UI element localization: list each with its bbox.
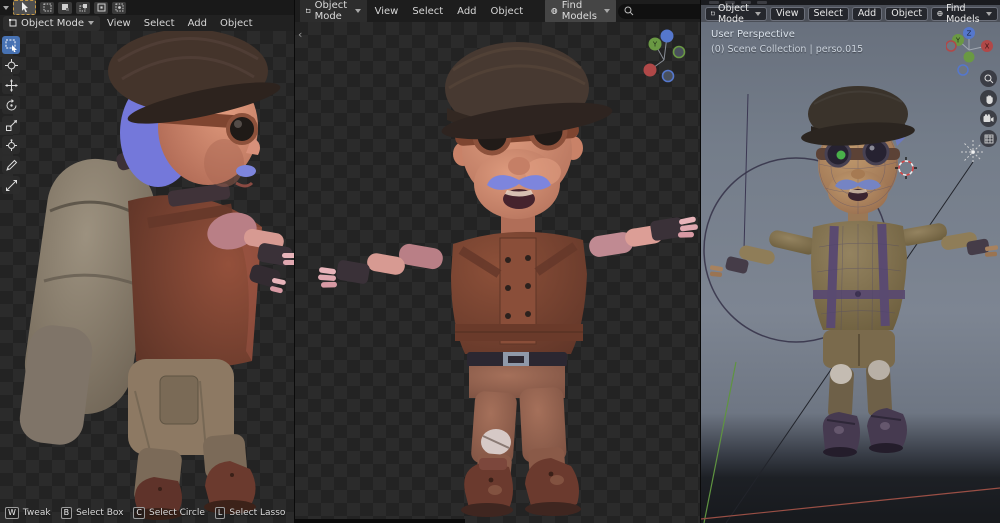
blender-multi-window-workspace: Object Mode View Select Add Object	[0, 0, 1000, 523]
hat	[440, 42, 614, 146]
menu-add[interactable]: Add	[182, 17, 213, 30]
legs-boots	[461, 352, 581, 517]
chevron-down-icon[interactable]	[3, 6, 9, 10]
measure-tool-icon	[5, 179, 18, 192]
torso-vest	[128, 183, 262, 369]
menu-object[interactable]: Object	[214, 17, 259, 30]
hint-tweak: WTweak	[5, 507, 51, 519]
cursor-arrow-icon	[20, 2, 30, 13]
tool-measure[interactable]	[2, 176, 20, 194]
chevron-down-icon	[604, 9, 610, 13]
mode-selector-label: Object Mode	[315, 0, 351, 22]
select-mode-intersect-button[interactable]	[112, 2, 126, 14]
viewport-window-left: Object Mode View Select Add Object	[0, 0, 294, 523]
select-invert-icon	[97, 3, 106, 12]
menu-view[interactable]: View	[770, 7, 805, 21]
menu-select[interactable]: Select	[406, 5, 449, 18]
asset-library-selector[interactable]: Find Models	[931, 7, 997, 21]
mode-selector-label: Object Mode	[21, 18, 84, 29]
character-model-front-view[interactable]	[295, 22, 700, 523]
mode-selector[interactable]: Object Mode	[705, 7, 767, 21]
rotate-tool-icon	[5, 99, 18, 112]
menu-add[interactable]: Add	[451, 5, 482, 18]
chevron-down-icon	[755, 12, 761, 16]
tool-settings-bar	[0, 0, 294, 15]
object-mode-icon	[711, 10, 715, 17]
select-extend-icon	[61, 3, 70, 12]
select-intersect-icon	[115, 3, 124, 12]
asset-library-selector[interactable]: Find Models	[545, 0, 616, 24]
point-light[interactable]	[961, 140, 985, 164]
menu-view[interactable]: View	[369, 5, 405, 18]
asset-search[interactable]	[618, 4, 700, 19]
viewport-3d-right[interactable]: User Perspective (0) Scene Collection | …	[701, 22, 1000, 523]
mode-selector[interactable]: Object Mode	[300, 0, 367, 24]
globe-icon	[937, 9, 943, 18]
select-mode-invert-button[interactable]	[94, 2, 108, 14]
asset-library-label: Find Models	[562, 0, 601, 22]
tool-shelf	[2, 36, 20, 194]
hint-select-lasso: LSelect Lasso	[215, 507, 286, 519]
mode-selector[interactable]: Object Mode	[3, 16, 100, 31]
chevron-down-icon	[88, 21, 94, 25]
menu-view[interactable]: View	[101, 17, 137, 30]
tool-annotate[interactable]	[2, 156, 20, 174]
character-model-back-view[interactable]	[0, 31, 294, 523]
globe-icon	[551, 6, 558, 16]
transform-tool-icon	[5, 139, 18, 152]
viewport-3d-middle[interactable]: ‹ Y	[295, 22, 700, 523]
object-mode-icon	[306, 7, 311, 15]
chevron-down-icon	[986, 12, 992, 16]
x-axis-line	[701, 488, 1000, 519]
search-icon	[624, 6, 634, 16]
keymap-hints: WTweak BSelect Box CSelect Circle LSelec…	[5, 507, 294, 519]
hint-select-box: BSelect Box	[61, 507, 124, 519]
active-tool-button[interactable]	[13, 0, 36, 15]
viewport-window-middle: Object Mode View Select Add Object Find …	[295, 0, 700, 523]
object-mode-icon	[9, 19, 17, 27]
annotate-pen-icon	[5, 159, 18, 172]
window-edge	[295, 519, 465, 523]
scale-tool-icon	[5, 119, 18, 132]
menu-object[interactable]: Object	[885, 7, 928, 21]
viewport-header-right: Object Mode View Select Add Object Find …	[701, 5, 1000, 22]
menu-select[interactable]: Select	[138, 17, 181, 30]
move-tool-icon	[5, 79, 18, 92]
arm-right	[588, 216, 699, 258]
chevron-down-icon	[355, 9, 361, 13]
tool-select-box[interactable]	[2, 36, 20, 54]
select-mode-subtract-button[interactable]	[76, 2, 90, 14]
menu-add[interactable]: Add	[852, 7, 882, 21]
scene-solid-view[interactable]	[701, 22, 1000, 523]
select-box-icon	[5, 39, 18, 52]
arm-left	[318, 242, 445, 287]
asset-search-input[interactable]	[638, 4, 700, 18]
select-subtract-icon	[79, 3, 88, 12]
y-axis-line	[704, 362, 736, 523]
tool-scale[interactable]	[2, 116, 20, 134]
character-model-solid-view[interactable]	[710, 86, 999, 457]
viewport-3d-left[interactable]: WTweak BSelect Box CSelect Circle LSelec…	[0, 31, 294, 523]
tool-cursor[interactable]	[2, 56, 20, 74]
viewport-header-left: Object Mode View Select Add Object	[0, 15, 294, 31]
menu-object[interactable]: Object	[485, 5, 530, 18]
menu-select[interactable]: Select	[808, 7, 849, 21]
select-mode-set-button[interactable]	[40, 2, 54, 14]
hint-select-circle: CSelect Circle	[133, 507, 205, 519]
select-set-icon	[43, 3, 52, 12]
viewport-window-right: Object Mode View Select Add Object Find …	[701, 0, 1000, 523]
legs-boots	[128, 359, 256, 520]
torso-vest	[451, 214, 587, 354]
tool-move[interactable]	[2, 76, 20, 94]
select-mode-extend-button[interactable]	[58, 2, 72, 14]
viewport-header-middle: Object Mode View Select Add Object Find …	[295, 0, 700, 22]
tool-transform[interactable]	[2, 136, 20, 154]
tool-rotate[interactable]	[2, 96, 20, 114]
3d-cursor[interactable]	[895, 157, 917, 179]
cursor-tool-icon	[5, 59, 18, 72]
